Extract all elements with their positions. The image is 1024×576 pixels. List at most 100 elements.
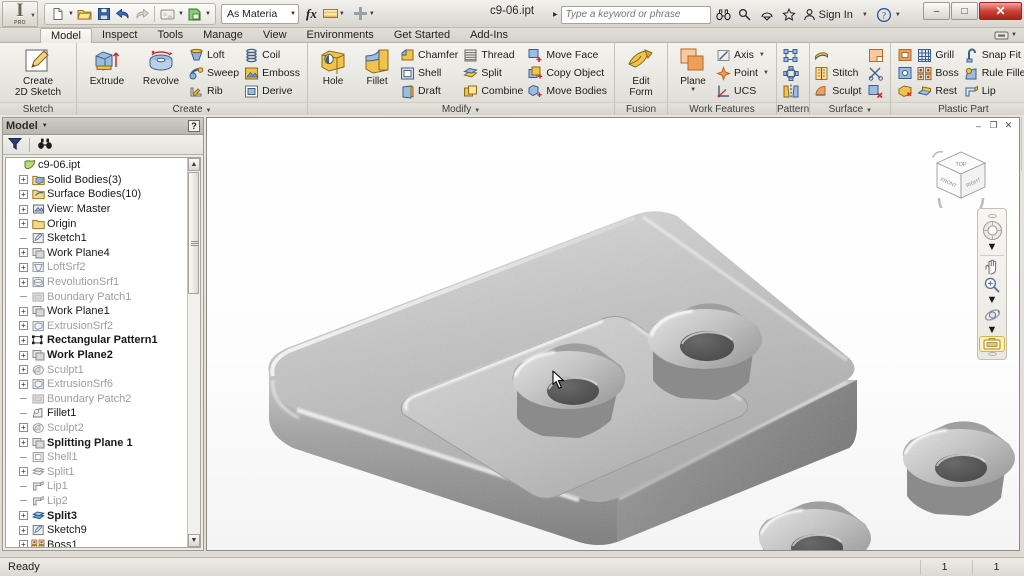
tree-item-c9-06-ipt[interactable]: c9-06.ipt	[6, 158, 200, 173]
boss-button[interactable]: Boss	[916, 64, 962, 82]
rest-button[interactable]: Rest	[916, 82, 962, 100]
patch-button[interactable]	[865, 46, 887, 64]
color-swatch-icon[interactable]	[322, 9, 338, 18]
expand-plus-icon[interactable]: +	[19, 175, 28, 185]
grill-button[interactable]: Grill	[916, 46, 962, 64]
tab-add-ins[interactable]: Add-Ins	[460, 28, 518, 43]
chevron-down-icon[interactable]: ▼	[866, 108, 872, 114]
expand-plus-icon[interactable]: +	[19, 511, 28, 521]
rib-button[interactable]: Rib	[188, 82, 243, 100]
tree-item-sketch9[interactable]: + Sketch9	[6, 523, 200, 538]
new-file-dropdown-icon[interactable]: ▼	[67, 11, 75, 17]
copy-object-button[interactable]: Copy Object	[527, 64, 611, 82]
pan-button[interactable]	[979, 258, 1005, 276]
doc-minimize-button[interactable]: –	[971, 119, 986, 132]
add-dropdown-icon[interactable]: ▼	[368, 11, 376, 17]
zoom-dropdown-icon[interactable]: ▼	[987, 294, 998, 306]
work-axis-button[interactable]: Axis ▼	[715, 46, 773, 64]
expand-plus-icon[interactable]: +	[19, 306, 28, 316]
sculpt-button[interactable]: Sculpt	[813, 82, 865, 100]
move-bodies-button[interactable]: Move Bodies	[527, 82, 611, 100]
lip-button[interactable]: Lip	[963, 82, 1024, 100]
expand-plus-icon[interactable]: +	[19, 189, 28, 199]
filter-icon[interactable]	[7, 137, 23, 153]
tree-item-work-plane2[interactable]: + Work Plane2	[6, 348, 200, 363]
look-at-button[interactable]	[979, 335, 1005, 352]
close-button[interactable]: ✕	[979, 2, 1022, 20]
tree-item-revolutionsrf1[interactable]: + RevolutionSrf1	[6, 275, 200, 290]
tree-item-view-master[interactable]: + View: Master	[6, 202, 200, 217]
shell-button[interactable]: Shell	[399, 64, 462, 82]
edit-form-button[interactable]: Edit Form	[618, 45, 664, 102]
plastic-c-button[interactable]	[894, 82, 916, 100]
orbit-button[interactable]	[979, 306, 1005, 324]
tree-item-splitting-plane-1[interactable]: + Splitting Plane 1	[6, 435, 200, 450]
coil-button[interactable]: Coil	[243, 46, 304, 64]
color-dropdown-icon[interactable]: ▼	[338, 11, 346, 17]
tree-item-extrusionsrf6[interactable]: + ExtrusionSrf6	[6, 377, 200, 392]
tree-item-extrusionsrf2[interactable]: + ExtrusionSrf2	[6, 319, 200, 334]
redo-button[interactable]	[132, 4, 151, 23]
browser-title-bar[interactable]: Model ▼ ?	[3, 118, 203, 135]
expand-plus-icon[interactable]: +	[19, 335, 28, 345]
sweep-button[interactable]: Sweep	[188, 64, 243, 82]
appearance-dropdown-icon[interactable]: ▼	[177, 11, 185, 17]
undo-button[interactable]	[113, 4, 132, 23]
appearance-button[interactable]	[158, 4, 177, 23]
tree-item-work-plane1[interactable]: + Work Plane1	[6, 304, 200, 319]
tree-item-lip1[interactable]: Lip1	[6, 479, 200, 494]
move-face-button[interactable]: Move Face	[527, 46, 611, 64]
navbar-options-icon[interactable]	[987, 214, 997, 219]
help-search-icon[interactable]	[736, 5, 755, 24]
expand-plus-icon[interactable]: +	[19, 379, 28, 389]
plastic-b-button[interactable]	[894, 64, 916, 82]
browser-help-button[interactable]: ?	[188, 120, 200, 132]
stitch-button[interactable]: Stitch	[813, 64, 865, 82]
revolve-button[interactable]: Revolve	[134, 45, 188, 102]
fillet-button[interactable]: Fillet	[355, 45, 399, 102]
tree-scroll-up-button[interactable]: ▲	[188, 158, 200, 171]
tree-item-split1[interactable]: + Split1	[6, 464, 200, 479]
binoculars-icon[interactable]	[37, 137, 53, 153]
emboss-button[interactable]: Emboss	[243, 64, 304, 82]
expand-plus-icon[interactable]: +	[19, 423, 28, 433]
thicken-offset-button[interactable]	[813, 46, 865, 64]
chevron-down-icon[interactable]: ▼	[42, 123, 48, 129]
tab-environments[interactable]: Environments	[297, 28, 384, 43]
doc-restore-button[interactable]: ❐	[986, 119, 1001, 132]
ribbon-display-options[interactable]: ▼	[994, 30, 1018, 41]
mirror-button[interactable]	[780, 82, 802, 100]
delete-face-button[interactable]	[865, 82, 887, 100]
view-cube[interactable]: TOP FRONT RIGHT	[929, 146, 993, 208]
orbit-dropdown-icon[interactable]: ▼	[987, 324, 998, 336]
tree-item-loftsrf2[interactable]: + LoftSrf2	[6, 260, 200, 275]
expand-plus-icon[interactable]: +	[19, 540, 28, 547]
new-file-button[interactable]	[48, 4, 67, 23]
expand-plus-icon[interactable]: +	[19, 467, 28, 477]
autodesk-360-icon[interactable]	[758, 5, 777, 24]
favorites-star-icon[interactable]	[780, 5, 799, 24]
tree-item-boundary-patch2[interactable]: Boundary Patch2	[6, 392, 200, 407]
chevron-down-icon[interactable]: ▼	[206, 108, 212, 114]
work-point-dropdown-icon[interactable]: ▼	[763, 70, 769, 76]
steering-wheel-button[interactable]	[979, 220, 1005, 241]
thread-button[interactable]: Thread	[462, 46, 527, 64]
model-tree[interactable]: c9-06.ipt + Solid Bodies(3) + Surface Bodies…	[5, 157, 201, 548]
tree-item-boss1[interactable]: + Boss1	[6, 537, 200, 547]
circular-pattern-button[interactable]	[780, 64, 802, 82]
tree-scrollbar[interactable]: ▲ ▼	[187, 158, 200, 547]
expand-plus-icon[interactable]: +	[19, 365, 28, 375]
chamfer-button[interactable]: Chamfer	[399, 46, 462, 64]
steering-wheel-dropdown-icon[interactable]: ▼	[987, 241, 998, 253]
extrude-button[interactable]: Extrude	[80, 45, 134, 102]
expand-plus-icon[interactable]: +	[19, 321, 28, 331]
plastic-a-button[interactable]	[894, 46, 916, 64]
tab-view[interactable]: View	[253, 28, 297, 43]
tree-scroll-down-button[interactable]: ▼	[188, 534, 200, 547]
expand-plus-icon[interactable]: +	[19, 350, 28, 360]
tab-tools[interactable]: Tools	[147, 28, 193, 43]
loft-button[interactable]: Loft	[188, 46, 243, 64]
tab-get-started[interactable]: Get Started	[384, 28, 460, 43]
work-point-button[interactable]: Point ▼	[715, 64, 773, 82]
expand-plus-icon[interactable]: +	[19, 525, 28, 535]
